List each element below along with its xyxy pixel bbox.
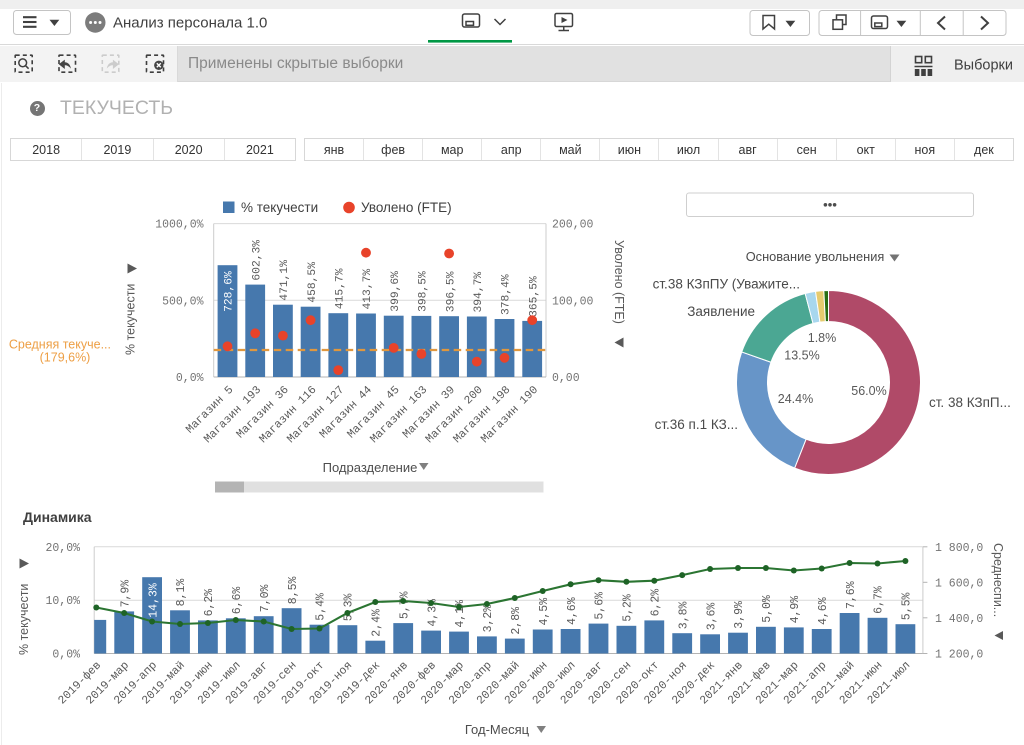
svg-text:4,1%: 4,1% <box>454 600 467 628</box>
svg-text:0,00: 0,00 <box>552 372 580 385</box>
svg-text:Среднеспи...: Среднеспи... <box>991 543 1005 617</box>
svg-text:4,9%: 4,9% <box>789 596 802 624</box>
svg-text:1 600,0: 1 600,0 <box>935 577 983 590</box>
svg-text:Основание увольнения: Основание увольнения <box>746 249 885 264</box>
svg-text:1 400,0: 1 400,0 <box>935 613 983 626</box>
svg-text:10,0%: 10,0% <box>45 595 80 608</box>
svg-text:4,6%: 4,6% <box>566 597 579 625</box>
svg-text:471,1%: 471,1% <box>279 260 291 301</box>
svg-text:2,8%: 2,8% <box>510 607 523 635</box>
svg-text:365,5%: 365,5% <box>528 276 540 317</box>
svg-text:7,0%: 7,0% <box>259 584 272 612</box>
svg-text:458,5%: 458,5% <box>307 262 319 303</box>
svg-text:1.8%: 1.8% <box>808 331 837 345</box>
svg-text:415,7%: 415,7% <box>335 268 347 309</box>
svg-text:% текучести: % текучести <box>17 584 31 655</box>
svg-text:5,6%: 5,6% <box>594 592 607 620</box>
svg-text:Уволено (FTE): Уволено (FTE) <box>612 240 626 324</box>
svg-text:6,6%: 6,6% <box>231 587 244 615</box>
svg-text:4,6%: 4,6% <box>817 597 830 625</box>
svg-text:7,9%: 7,9% <box>119 580 132 608</box>
svg-text:56.0%: 56.0% <box>851 384 886 398</box>
svg-text:728,6%: 728,6% <box>224 271 236 312</box>
svg-text:13.5%: 13.5% <box>784 349 819 363</box>
svg-text:14,3%: 14,3% <box>147 583 160 618</box>
svg-text:24.4%: 24.4% <box>778 392 813 406</box>
svg-text:399,6%: 399,6% <box>390 271 402 312</box>
svg-text:0,0%: 0,0% <box>52 649 80 662</box>
svg-text:396,5%: 396,5% <box>445 271 457 312</box>
svg-text:5,5%: 5,5% <box>901 592 914 620</box>
svg-text:500,0%: 500,0% <box>162 295 204 308</box>
svg-text:100,00: 100,00 <box>552 295 594 308</box>
svg-text:ст. 38 КЗпП...: ст. 38 КЗпП... <box>929 395 1011 410</box>
svg-text:5,7%: 5,7% <box>398 591 411 619</box>
svg-text:5,0%: 5,0% <box>761 595 774 623</box>
svg-text:Динамика: Динамика <box>23 509 92 525</box>
svg-text:1000,0%: 1000,0% <box>155 219 203 232</box>
svg-text:6,2%: 6,2% <box>203 589 216 617</box>
svg-text:1 800,0: 1 800,0 <box>935 542 983 555</box>
svg-text:7,6%: 7,6% <box>845 581 858 609</box>
svg-text:3,9%: 3,9% <box>733 601 746 629</box>
svg-text:% текучести: % текучести <box>241 200 318 215</box>
svg-text:413,7%: 413,7% <box>362 269 374 310</box>
svg-text:Заявление: Заявление <box>687 304 755 319</box>
svg-text:3,8%: 3,8% <box>677 601 690 629</box>
svg-text:8,5%: 8,5% <box>287 576 300 604</box>
svg-text:ст.36 п.1 КЗ...: ст.36 п.1 КЗ... <box>655 417 738 432</box>
svg-text:0,0%: 0,0% <box>176 372 204 385</box>
svg-text:2,4%: 2,4% <box>371 609 384 637</box>
svg-text:(179,6%): (179,6%) <box>40 351 91 365</box>
svg-text:5,3%: 5,3% <box>343 593 356 621</box>
svg-text:5,4%: 5,4% <box>315 593 328 621</box>
svg-text:1 200,0: 1 200,0 <box>935 649 983 662</box>
svg-text:200,00: 200,00 <box>552 219 594 232</box>
svg-text:% текучести: % текучести <box>124 284 138 355</box>
svg-text:5,2%: 5,2% <box>622 594 635 622</box>
svg-text:8,1%: 8,1% <box>175 579 188 607</box>
svg-text:ст.38 КЗпПУ (Уважите...: ст.38 КЗпПУ (Уважите... <box>653 277 800 292</box>
svg-text:3,6%: 3,6% <box>705 603 718 631</box>
svg-text:398,5%: 398,5% <box>418 271 430 312</box>
svg-text:Средняя текуче...: Средняя текуче... <box>9 338 111 352</box>
svg-text:3,2%: 3,2% <box>482 605 495 633</box>
svg-text:Подразделение: Подразделение <box>323 460 418 475</box>
svg-text:6,2%: 6,2% <box>650 589 663 617</box>
svg-text:6,7%: 6,7% <box>873 586 886 614</box>
svg-text:394,7%: 394,7% <box>473 272 485 313</box>
svg-text:4,5%: 4,5% <box>538 598 551 626</box>
svg-text:378,4%: 378,4% <box>501 274 513 315</box>
svg-text:602,3%: 602,3% <box>251 240 263 281</box>
svg-text:Год-Месяц: Год-Месяц <box>465 722 530 737</box>
svg-text:20,0%: 20,0% <box>45 542 80 555</box>
svg-text:Уволено (FTE): Уволено (FTE) <box>361 200 452 215</box>
